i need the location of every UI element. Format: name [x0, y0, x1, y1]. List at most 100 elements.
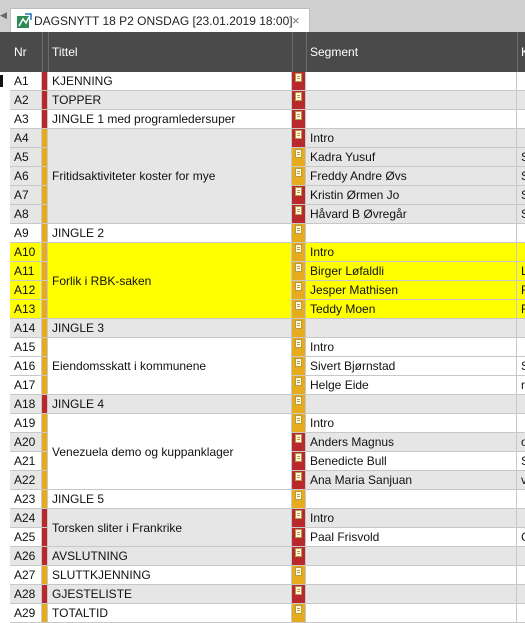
- table-row[interactable]: A27 SLUTTKJENNING: [0, 566, 525, 585]
- row-title[interactable]: TOTALTID: [48, 604, 292, 623]
- table-row[interactable]: A9 JINGLE 2: [0, 224, 525, 243]
- extra-cell[interactable]: [517, 129, 525, 148]
- script-icon[interactable]: [295, 453, 302, 462]
- extra-cell[interactable]: [517, 566, 525, 585]
- row-number[interactable]: A25: [10, 528, 42, 547]
- row-number[interactable]: A16: [10, 357, 42, 376]
- extra-cell[interactable]: [517, 414, 525, 433]
- script-icon[interactable]: [295, 396, 302, 405]
- story-title[interactable]: Torsken sliter i Frankrike: [48, 509, 292, 547]
- column-header-extra[interactable]: K: [517, 32, 525, 72]
- row-number[interactable]: A15: [10, 338, 42, 357]
- extra-cell[interactable]: [517, 319, 525, 338]
- extra-cell[interactable]: [517, 72, 525, 91]
- script-icon[interactable]: [295, 510, 302, 519]
- row-number[interactable]: A23: [10, 490, 42, 509]
- extra-cell[interactable]: S: [517, 452, 525, 471]
- row-title[interactable]: JINGLE 1 med programledersuper: [48, 110, 292, 129]
- script-icon[interactable]: [295, 301, 302, 310]
- row-number[interactable]: A20: [10, 433, 42, 452]
- extra-cell[interactable]: re: [517, 376, 525, 395]
- column-header-segment[interactable]: Segment: [306, 32, 517, 72]
- segment-cell[interactable]: Intro: [306, 414, 517, 433]
- table-row[interactable]: A18 JINGLE 4: [0, 395, 525, 414]
- script-icon[interactable]: [295, 377, 302, 386]
- row-number[interactable]: A9: [10, 224, 42, 243]
- row-number[interactable]: A6: [10, 167, 42, 186]
- segment-cell[interactable]: Intro: [306, 129, 517, 148]
- segment-cell[interactable]: Sivert Bjørnstad: [306, 357, 517, 376]
- segment-cell[interactable]: [306, 585, 517, 604]
- script-icon[interactable]: [295, 605, 302, 614]
- script-icon[interactable]: [295, 263, 302, 272]
- script-icon[interactable]: [295, 567, 302, 576]
- row-number[interactable]: A7: [10, 186, 42, 205]
- extra-cell[interactable]: [517, 338, 525, 357]
- extra-cell[interactable]: R: [517, 300, 525, 319]
- extra-cell[interactable]: [517, 91, 525, 110]
- scroll-left-icon[interactable]: ◀: [0, 10, 7, 21]
- row-title[interactable]: JINGLE 5: [48, 490, 292, 509]
- extra-cell[interactable]: [517, 224, 525, 243]
- segment-cell[interactable]: Benedicte Bull: [306, 452, 517, 471]
- segment-cell[interactable]: [306, 224, 517, 243]
- column-header-title[interactable]: Tittel: [48, 32, 292, 72]
- row-number[interactable]: A2: [10, 91, 42, 110]
- extra-cell[interactable]: [517, 243, 525, 262]
- row-number[interactable]: A19: [10, 414, 42, 433]
- script-icon[interactable]: [295, 206, 302, 215]
- segment-cell[interactable]: Intro: [306, 338, 517, 357]
- table-row[interactable]: A3 JINGLE 1 med programledersuper: [0, 110, 525, 129]
- row-number[interactable]: A14: [10, 319, 42, 338]
- story-title[interactable]: Fritidsaktiviteter koster for mye: [48, 129, 292, 224]
- table-row[interactable]: A28 GJESTELISTE: [0, 585, 525, 604]
- script-icon[interactable]: [295, 491, 302, 500]
- extra-cell[interactable]: C: [517, 528, 525, 547]
- segment-cell[interactable]: Intro: [306, 243, 517, 262]
- segment-cell[interactable]: Håvard B Øvregår: [306, 205, 517, 224]
- table-row[interactable]: A14 JINGLE 3: [0, 319, 525, 338]
- row-number[interactable]: A11: [10, 262, 42, 281]
- table-row[interactable]: A1 KJENNING: [0, 72, 525, 91]
- story-title[interactable]: Venezuela demo og kuppanklager: [48, 414, 292, 490]
- extra-cell[interactable]: S: [517, 148, 525, 167]
- script-icon[interactable]: [295, 472, 302, 481]
- extra-cell[interactable]: v: [517, 471, 525, 490]
- row-number[interactable]: A22: [10, 471, 42, 490]
- table-row[interactable]: A29 TOTALTID: [0, 604, 525, 623]
- row-number[interactable]: A5: [10, 148, 42, 167]
- segment-cell[interactable]: [306, 91, 517, 110]
- script-icon[interactable]: [295, 434, 302, 443]
- segment-cell[interactable]: Paal Frisvold: [306, 528, 517, 547]
- row-number[interactable]: A24: [10, 509, 42, 528]
- script-icon[interactable]: [295, 111, 302, 120]
- segment-cell[interactable]: Teddy Moen: [306, 300, 517, 319]
- script-icon[interactable]: [295, 339, 302, 348]
- segment-cell[interactable]: Ana Maria Sanjuan: [306, 471, 517, 490]
- close-icon[interactable]: ×: [292, 13, 300, 28]
- segment-cell[interactable]: [306, 604, 517, 623]
- table-row[interactable]: A26 AVSLUTNING: [0, 547, 525, 566]
- extra-cell[interactable]: S: [517, 205, 525, 224]
- row-title[interactable]: KJENNING: [48, 72, 292, 91]
- script-icon[interactable]: [295, 130, 302, 139]
- row-number[interactable]: A4: [10, 129, 42, 148]
- script-icon[interactable]: [295, 358, 302, 367]
- extra-cell[interactable]: o: [517, 433, 525, 452]
- table-row[interactable]: A23 JINGLE 5: [0, 490, 525, 509]
- row-title[interactable]: AVSLUTNING: [48, 547, 292, 566]
- script-icon[interactable]: [295, 73, 302, 82]
- script-icon[interactable]: [295, 529, 302, 538]
- segment-cell[interactable]: Anders Magnus: [306, 433, 517, 452]
- row-title[interactable]: JINGLE 3: [48, 319, 292, 338]
- script-icon[interactable]: [295, 149, 302, 158]
- segment-cell[interactable]: Jesper Mathisen: [306, 281, 517, 300]
- script-icon[interactable]: [295, 168, 302, 177]
- row-number[interactable]: A21: [10, 452, 42, 471]
- story-title[interactable]: Forlik i RBK-saken: [48, 243, 292, 319]
- row-title[interactable]: SLUTTKJENNING: [48, 566, 292, 585]
- row-number[interactable]: A3: [10, 110, 42, 129]
- row-number[interactable]: A8: [10, 205, 42, 224]
- segment-cell[interactable]: [306, 110, 517, 129]
- extra-cell[interactable]: S: [517, 186, 525, 205]
